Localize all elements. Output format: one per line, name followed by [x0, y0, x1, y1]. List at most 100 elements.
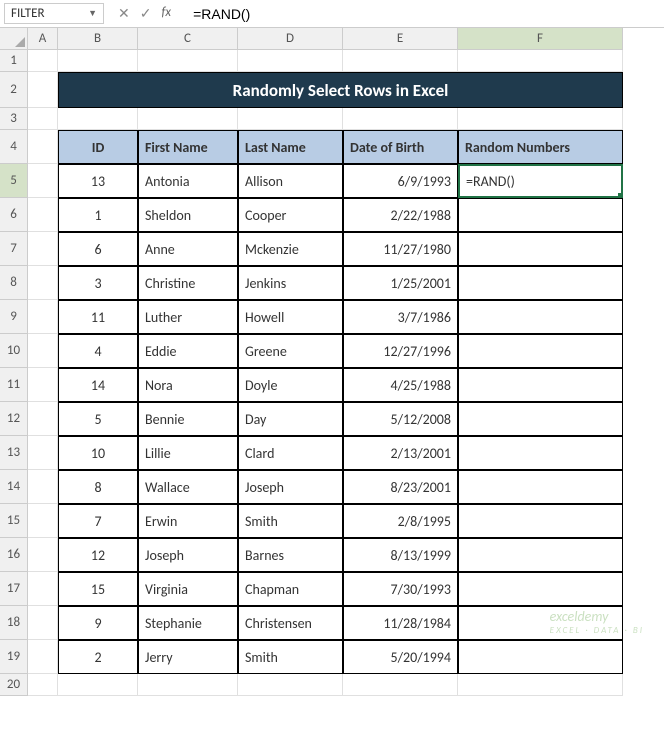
header-dob[interactable]: Date of Birth: [343, 130, 458, 164]
data-cell[interactable]: 11/28/1984: [343, 606, 458, 640]
data-cell[interactable]: [458, 198, 623, 232]
col-header-f[interactable]: F: [458, 28, 623, 50]
header-last[interactable]: Last Name: [238, 130, 343, 164]
col-header-c[interactable]: C: [138, 28, 238, 50]
cell[interactable]: [138, 108, 238, 130]
row-header[interactable]: 12: [0, 402, 28, 436]
data-cell[interactable]: 3/7/1986: [343, 300, 458, 334]
data-cell[interactable]: 12: [58, 538, 138, 572]
data-cell[interactable]: Joseph: [238, 470, 343, 504]
cell[interactable]: [28, 72, 58, 108]
cell[interactable]: [28, 232, 58, 266]
accept-icon[interactable]: ✓: [140, 5, 152, 22]
row-header[interactable]: 1: [0, 50, 28, 72]
data-cell[interactable]: 1: [58, 198, 138, 232]
data-cell[interactable]: [458, 640, 623, 674]
cell[interactable]: [28, 50, 58, 72]
data-cell[interactable]: 9: [58, 606, 138, 640]
cell[interactable]: [343, 50, 458, 72]
data-cell[interactable]: Chapman: [238, 572, 343, 606]
header-id[interactable]: ID: [58, 130, 138, 164]
cell[interactable]: [28, 674, 58, 696]
data-cell[interactable]: 13: [58, 164, 138, 198]
data-cell[interactable]: 8/23/2001: [343, 470, 458, 504]
data-cell[interactable]: 5: [58, 402, 138, 436]
row-header[interactable]: 7: [0, 232, 28, 266]
cell[interactable]: [138, 50, 238, 72]
cell[interactable]: [28, 300, 58, 334]
row-header[interactable]: 6: [0, 198, 28, 232]
cell[interactable]: [28, 130, 58, 164]
title-cell[interactable]: Randomly Select Rows in Excel: [58, 72, 623, 108]
name-box[interactable]: FILTER ▼: [4, 3, 104, 24]
col-header-d[interactable]: D: [238, 28, 343, 50]
data-cell[interactable]: Nora: [138, 368, 238, 402]
data-cell[interactable]: Luther: [138, 300, 238, 334]
data-cell[interactable]: Jerry: [138, 640, 238, 674]
chevron-down-icon[interactable]: ▼: [88, 8, 97, 19]
row-header[interactable]: 20: [0, 674, 28, 696]
data-cell[interactable]: Christine: [138, 266, 238, 300]
col-header-b[interactable]: B: [58, 28, 138, 50]
data-cell[interactable]: Stephanie: [138, 606, 238, 640]
cell[interactable]: [28, 108, 58, 130]
cell[interactable]: [28, 164, 58, 198]
data-cell[interactable]: 5/20/1994: [343, 640, 458, 674]
row-header[interactable]: 10: [0, 334, 28, 368]
data-cell[interactable]: Greene: [238, 334, 343, 368]
col-header-e[interactable]: E: [343, 28, 458, 50]
data-cell[interactable]: 8: [58, 470, 138, 504]
cell[interactable]: [28, 436, 58, 470]
cell[interactable]: [28, 198, 58, 232]
fill-handle[interactable]: [618, 193, 623, 198]
cell[interactable]: [238, 50, 343, 72]
data-cell[interactable]: Smith: [238, 504, 343, 538]
data-cell[interactable]: Virginia: [138, 572, 238, 606]
data-cell[interactable]: 8/13/1999: [343, 538, 458, 572]
row-header[interactable]: 18: [0, 606, 28, 640]
cell[interactable]: [343, 674, 458, 696]
row-header[interactable]: 9: [0, 300, 28, 334]
data-cell[interactable]: 11/27/1980: [343, 232, 458, 266]
row-header[interactable]: 5: [0, 164, 28, 198]
cell[interactable]: [28, 368, 58, 402]
data-cell[interactable]: Clard: [238, 436, 343, 470]
row-header[interactable]: 2: [0, 72, 28, 108]
cell[interactable]: [458, 50, 623, 72]
header-rand[interactable]: Random Numbers: [458, 130, 623, 164]
data-cell[interactable]: Wallace: [138, 470, 238, 504]
data-cell[interactable]: 6: [58, 232, 138, 266]
formula-input[interactable]: [187, 4, 664, 24]
data-cell[interactable]: [458, 436, 623, 470]
data-cell[interactable]: 5/12/2008: [343, 402, 458, 436]
cell[interactable]: [28, 504, 58, 538]
data-cell[interactable]: Cooper: [238, 198, 343, 232]
data-cell[interactable]: 10: [58, 436, 138, 470]
data-cell[interactable]: Joseph: [138, 538, 238, 572]
cell[interactable]: [138, 674, 238, 696]
cell[interactable]: [28, 606, 58, 640]
cell[interactable]: [58, 108, 138, 130]
cancel-icon[interactable]: ✕: [118, 5, 130, 22]
cell[interactable]: [28, 266, 58, 300]
data-cell[interactable]: [458, 470, 623, 504]
data-cell[interactable]: [458, 266, 623, 300]
data-cell[interactable]: Doyle: [238, 368, 343, 402]
data-cell[interactable]: Sheldon: [138, 198, 238, 232]
cell[interactable]: [28, 640, 58, 674]
data-cell[interactable]: 1/25/2001: [343, 266, 458, 300]
data-cell[interactable]: Christensen: [238, 606, 343, 640]
data-cell[interactable]: Mckenzie: [238, 232, 343, 266]
data-cell[interactable]: Anne: [138, 232, 238, 266]
data-cell[interactable]: =RAND(): [458, 164, 623, 198]
row-header[interactable]: 19: [0, 640, 28, 674]
data-cell[interactable]: [458, 504, 623, 538]
data-cell[interactable]: Smith: [238, 640, 343, 674]
fx-icon[interactable]: fx: [161, 5, 177, 22]
header-first[interactable]: First Name: [138, 130, 238, 164]
row-header[interactable]: 3: [0, 108, 28, 130]
data-cell[interactable]: 4/25/1988: [343, 368, 458, 402]
row-header[interactable]: 11: [0, 368, 28, 402]
data-cell[interactable]: Howell: [238, 300, 343, 334]
row-header[interactable]: 17: [0, 572, 28, 606]
